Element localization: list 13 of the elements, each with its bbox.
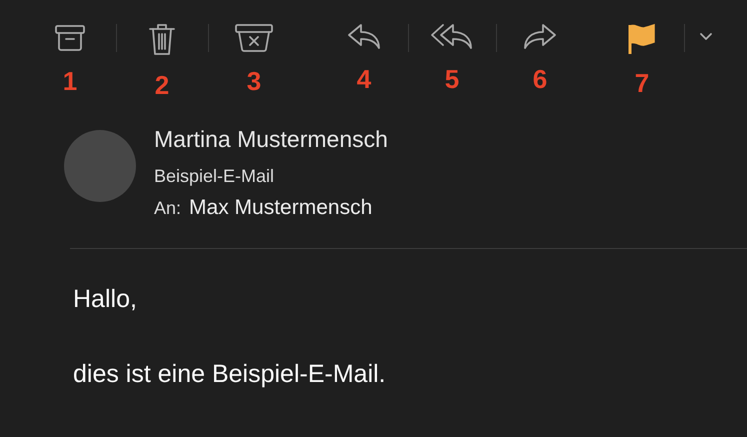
subject: Beispiel-E-Mail xyxy=(154,167,276,185)
number-label: 1 xyxy=(62,68,78,94)
number-label: 3 xyxy=(246,68,262,94)
number-label: 4 xyxy=(356,66,372,92)
sender-name: Martina Mustermensch xyxy=(154,128,388,151)
number-label: 2 xyxy=(154,72,170,98)
number-label: 7 xyxy=(634,70,650,96)
recipient-name: Max Mustermensch xyxy=(189,197,372,218)
body-text: Hallo, xyxy=(73,287,138,312)
to-label: An: xyxy=(154,199,182,217)
number-label: 5 xyxy=(444,66,460,92)
body-text: dies ist eine Beispiel-E-Mail. xyxy=(73,362,387,387)
number-label: 6 xyxy=(532,66,548,92)
